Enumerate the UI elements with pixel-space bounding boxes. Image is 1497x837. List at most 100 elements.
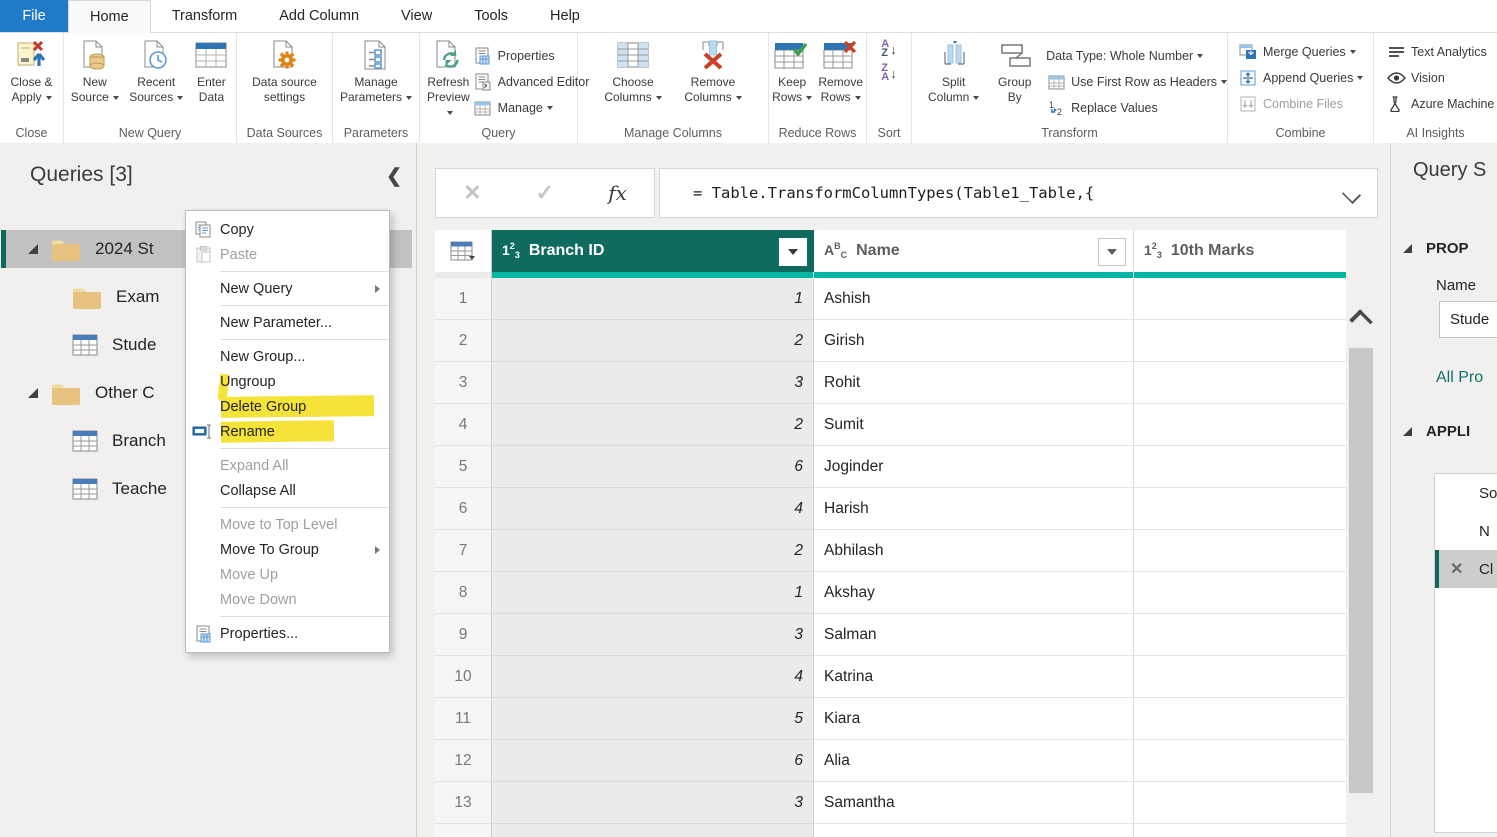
branch-id-cell[interactable]: 5 [492,698,814,740]
menu-item-new-group[interactable]: New Group... [186,344,389,369]
branch-id-cell[interactable]: 1 [492,278,814,320]
marks-cell[interactable] [1134,656,1346,698]
menu-item-collapse-all[interactable]: Collapse All [186,478,389,503]
marks-cell[interactable] [1134,362,1346,404]
branch-id-cell[interactable]: 4 [492,656,814,698]
sort-descending-button[interactable]: ZA↓ [881,64,896,82]
tab-home[interactable]: Home [68,0,151,33]
properties-button[interactable]: Properties [473,43,590,69]
marks-cell[interactable] [1134,278,1346,320]
sort-ascending-button[interactable]: AZ↓ [881,40,896,58]
branch-id-cell[interactable]: 3 [492,614,814,656]
marks-cell[interactable] [1134,698,1346,740]
marks-cell[interactable] [1134,572,1346,614]
replace-values-button[interactable]: 12 Replace Values [1046,95,1227,121]
marks-cell[interactable] [1134,740,1346,782]
enter-data-button[interactable]: Enter Data [190,36,233,105]
branch-id-cell[interactable]: 4 [492,488,814,530]
grid-vertical-scrollbar[interactable] [1347,280,1375,837]
marks-cell[interactable] [1134,488,1346,530]
data-source-settings-button[interactable]: Data source settings [240,36,329,105]
row-number[interactable]: 3 [435,362,492,404]
row-number[interactable]: 6 [435,488,492,530]
menu-item-new-parameter[interactable]: New Parameter... [186,310,389,335]
row-number[interactable]: 11 [435,698,492,740]
select-all-cell[interactable] [435,230,492,272]
name-cell[interactable]: Harish [814,488,1134,530]
expand-formula-chevron-icon[interactable] [1342,185,1361,204]
row-number[interactable]: 2 [435,320,492,362]
branch-id-cell[interactable]: 2 [492,404,814,446]
close-and-apply-button[interactable]: Close & Apply [3,36,60,105]
tab-help[interactable]: Help [529,0,601,32]
branch-id-cell[interactable]: 3 [492,362,814,404]
recent-sources-button[interactable]: Recent Sources [128,36,183,105]
branch-id-cell[interactable]: 2 [492,530,814,572]
remove-columns-button[interactable]: Remove Columns [676,36,750,105]
row-number[interactable]: 8 [435,572,492,614]
query-name-input[interactable] [1439,301,1497,338]
branch-id-cell[interactable]: 6 [492,446,814,488]
marks-cell[interactable] [1134,782,1346,824]
name-cell[interactable]: Rohit [814,362,1134,404]
menu-item-new-query[interactable]: New Query [186,276,389,301]
marks-cell[interactable] [1134,320,1346,362]
marks-cell[interactable] [1134,446,1346,488]
advanced-editor-button[interactable]: Advanced Editor [473,69,590,95]
branch-id-filter-dropdown[interactable] [779,238,807,266]
applied-steps-section-header[interactable]: APPLI [1403,423,1470,440]
name-cell[interactable]: Sumit [814,404,1134,446]
tab-view[interactable]: View [380,0,453,32]
row-number[interactable]: 7 [435,530,492,572]
branch-id-cell[interactable]: 2 [492,320,814,362]
menu-item-move-to-group[interactable]: Move To Group [186,537,389,562]
use-first-row-as-headers-button[interactable]: Use First Row as Headers [1046,69,1227,95]
refresh-preview-button[interactable]: Refresh Preview [427,36,470,120]
marks-cell[interactable] [1134,614,1346,656]
tab-transform[interactable]: Transform [151,0,259,32]
all-properties-link[interactable]: All Pro [1436,369,1483,387]
merge-queries-button[interactable]: Merge Queries [1238,39,1373,65]
marks-cell[interactable] [1134,404,1346,446]
menu-item-copy[interactable]: Copy [186,217,389,242]
row-number[interactable]: 9 [435,614,492,656]
delete-step-icon[interactable]: ✕ [1450,559,1463,579]
menu-item-delete-group[interactable]: Delete Group [186,394,389,419]
row-number[interactable]: 5 [435,446,492,488]
tab-add-column[interactable]: Add Column [258,0,380,32]
menu-item-rename[interactable]: Rename [186,419,389,444]
name-cell[interactable]: Abhilash [814,530,1134,572]
name-cell[interactable]: Alia [814,740,1134,782]
name-filter-dropdown[interactable] [1098,238,1126,266]
column-header-10th-marks[interactable]: 123 10th Marks [1134,230,1346,272]
group-by-button[interactable]: Group By [992,36,1037,105]
name-cell[interactable]: Salman [814,614,1134,656]
branch-id-cell[interactable]: 6 [492,740,814,782]
tab-file[interactable]: File [0,0,68,32]
row-number[interactable]: 1 [435,278,492,320]
name-cell[interactable]: Ashish [814,278,1134,320]
collapse-panel-chevron-icon[interactable]: ❮ [386,165,402,188]
name-cell[interactable]: Girish [814,320,1134,362]
menu-item-properties[interactable]: Properties... [186,621,389,646]
name-cell[interactable]: Katrina [814,656,1134,698]
step-source[interactable]: So [1435,474,1497,512]
row-number[interactable]: 13 [435,782,492,824]
branch-id-cell[interactable]: 1 [492,572,814,614]
marks-cell[interactable] [1134,530,1346,572]
column-header-branch-id[interactable]: 123 Branch ID [492,230,814,272]
split-column-button[interactable]: Split Column [921,36,986,105]
manage-parameters-button[interactable]: Manage Parameters [336,36,416,105]
row-number[interactable]: 10 [435,656,492,698]
manage-button[interactable]: Manage [473,95,590,121]
formula-input[interactable]: = Table.TransformColumnTypes(Table1_Tabl… [659,168,1378,218]
name-cell[interactable]: Kiara [814,698,1134,740]
commit-formula-icon[interactable]: ✓ [536,180,554,206]
step-navigation[interactable]: N [1435,512,1497,550]
keep-rows-button[interactable]: Keep Rows [772,36,812,105]
remove-rows-button[interactable]: Remove Rows [818,36,863,105]
step-changed-type[interactable]: ✕ Cl [1435,550,1497,588]
text-analytics-button[interactable]: Text Analytics [1386,39,1497,65]
expanded-triangle-icon[interactable] [28,388,38,398]
vision-button[interactable]: Vision [1386,65,1497,91]
